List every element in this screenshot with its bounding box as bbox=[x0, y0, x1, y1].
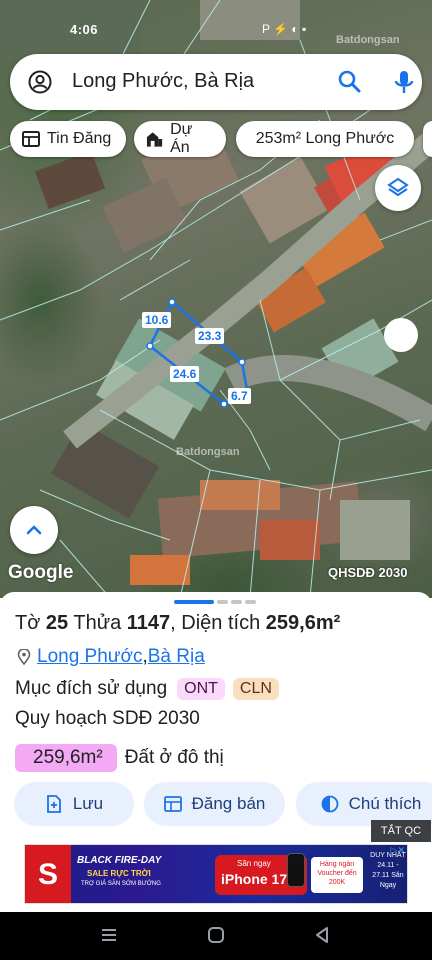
expand-up-button[interactable] bbox=[10, 506, 58, 554]
ad-subheadline: SALE RỰC TRỜI bbox=[87, 869, 151, 878]
sheet-number: 25 bbox=[45, 612, 69, 634]
save-button[interactable]: Lưu bbox=[14, 782, 134, 826]
dimension-label: 23.3 bbox=[195, 328, 225, 344]
chevron-up-icon bbox=[26, 525, 42, 535]
chip-label: 253m² Long Phước bbox=[255, 130, 395, 147]
chip-more[interactable] bbox=[423, 121, 432, 157]
ad-brand-logo: S bbox=[25, 845, 71, 903]
google-logo: Google bbox=[8, 562, 74, 583]
system-nav-bar bbox=[0, 912, 432, 960]
land-use-tag-ont: ONT bbox=[177, 678, 225, 700]
map-view[interactable]: 4:06 P ⚡ ◐ ▪ Batdongsan Batdongsan 10.6 … bbox=[0, 0, 432, 598]
building-icon bbox=[146, 132, 163, 147]
sheet-pager bbox=[174, 600, 256, 604]
layers-button[interactable] bbox=[375, 165, 421, 211]
account-icon[interactable] bbox=[28, 70, 52, 94]
bottom-sheet[interactable]: Tờ 25 Thửa 1147, Diện tích 259,6m² Long … bbox=[0, 592, 432, 912]
back-icon[interactable] bbox=[313, 926, 331, 944]
zone-row: 259,6m² Đất ở đô thị bbox=[15, 744, 224, 772]
watermark-center: Batdongsan bbox=[176, 446, 240, 458]
watermark: Batdongsan bbox=[336, 34, 400, 46]
status-time: 4:06 bbox=[70, 22, 99, 37]
search-query[interactable]: Long Phước, Bà Rịa bbox=[72, 70, 254, 93]
save-icon bbox=[46, 795, 61, 813]
search-icon[interactable] bbox=[336, 68, 364, 96]
chip-tin-dang[interactable]: Tin Đăng bbox=[10, 121, 126, 157]
land-use-tag-cln: CLN bbox=[232, 678, 279, 700]
recent-apps-icon[interactable] bbox=[100, 926, 118, 944]
chip-label: Dự Án bbox=[170, 121, 193, 156]
home-icon[interactable] bbox=[207, 926, 225, 944]
adchoices-icon[interactable]: ▷✕ bbox=[391, 845, 405, 856]
location-pin-icon bbox=[17, 649, 31, 665]
location-row: Long Phước , Bà Rịa bbox=[17, 646, 205, 668]
hide-ads-button[interactable]: TẮT QC bbox=[371, 820, 431, 842]
dimension-label: 24.6 bbox=[170, 366, 200, 382]
planning-title: Quy hoạch SDĐ 2030 bbox=[15, 708, 200, 729]
chip-plot[interactable]: 253m² Long Phước bbox=[236, 121, 414, 157]
land-use-row: Mục đích sử dụng ONT CLN bbox=[15, 678, 279, 700]
ward-link[interactable]: Long Phước bbox=[37, 646, 142, 668]
post-for-sale-button[interactable]: Đăng bán bbox=[144, 782, 285, 826]
ad-headline: BLACK FIRE-DAY bbox=[77, 855, 162, 866]
microphone-icon[interactable] bbox=[390, 68, 418, 96]
dimension-label: 10.6 bbox=[142, 312, 172, 328]
search-bar[interactable]: Long Phước, Bà Rịa bbox=[10, 54, 422, 110]
listing-icon bbox=[163, 796, 182, 812]
ad-banner[interactable]: S BLACK FIRE-DAY SALE RỰC TRỜI TRỢ GIÁ S… bbox=[24, 844, 408, 904]
map-layer-label: QHSDĐ 2030 bbox=[328, 565, 408, 580]
location-dot[interactable] bbox=[384, 318, 418, 352]
legend-icon bbox=[321, 795, 339, 813]
zone-area-badge: 259,6m² bbox=[15, 744, 117, 772]
ad-small-text: TRỢ GIÁ SĂN SỚM BƯỚNG bbox=[81, 881, 161, 887]
parcel-number: 1147 bbox=[126, 612, 171, 634]
newspaper-icon bbox=[22, 131, 40, 147]
ad-date: DUY NHẤT 24.11 - 27.11 Săn Ngay bbox=[370, 852, 406, 889]
chip-du-an[interactable]: Dự Án bbox=[134, 121, 226, 157]
zone-type: Đất ở đô thị bbox=[124, 747, 224, 768]
parcel-area: 259,6m² bbox=[265, 612, 341, 634]
ad-phone-image bbox=[287, 853, 305, 887]
parcel-title: Tờ 25 Thửa 1147, Diện tích 259,6m² bbox=[15, 612, 341, 634]
chip-label: Tin Đăng bbox=[47, 130, 112, 147]
status-icons: P ⚡ ◐ ▪ bbox=[262, 22, 307, 36]
city-link[interactable]: Bà Rịa bbox=[148, 646, 205, 668]
layers-icon bbox=[387, 177, 409, 197]
dimension-label: 6.7 bbox=[228, 388, 251, 404]
ad-voucher: Hàng ngàn Voucher đến 200K bbox=[311, 857, 363, 893]
